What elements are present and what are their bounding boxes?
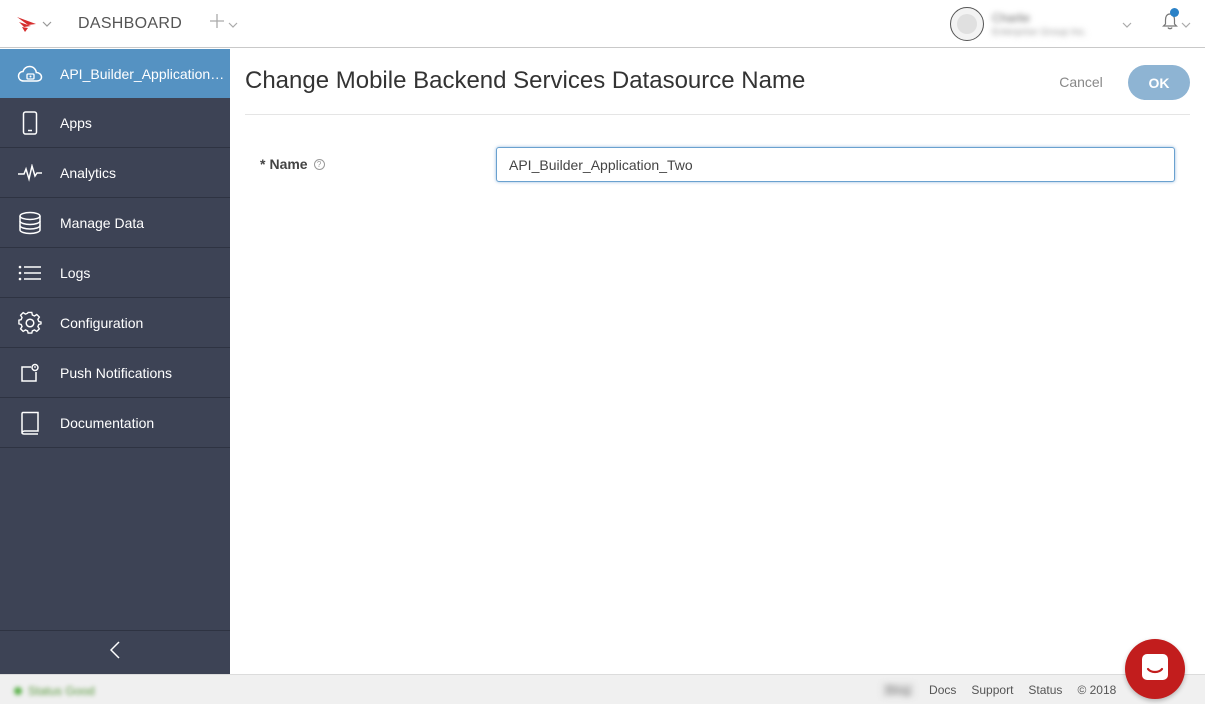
list-icon	[0, 264, 60, 282]
status-indicator[interactable]: Status Good	[14, 684, 95, 698]
footer-link-blurred[interactable]: Blog	[882, 683, 915, 697]
sidebar-item-label: Push Notifications	[60, 364, 173, 381]
chevron-down-icon	[228, 15, 238, 33]
notification-dot	[1170, 8, 1179, 17]
sidebar-item-configuration[interactable]: Configuration	[0, 298, 230, 348]
chat-icon	[1140, 652, 1170, 687]
cancel-button[interactable]: Cancel	[1045, 65, 1117, 99]
chevron-down-icon	[42, 21, 52, 27]
footer-link-docs[interactable]: Docs	[929, 683, 956, 697]
sidebar-item-manage-data[interactable]: Manage Data	[0, 198, 230, 248]
collapse-sidebar-button[interactable]	[0, 630, 230, 674]
sidebar-item-label: Manage Data	[60, 214, 145, 231]
sidebar-item-label: Analytics	[60, 164, 117, 181]
sidebar-item-push-notifications[interactable]: Push Notifications	[0, 348, 230, 398]
mobile-icon	[0, 110, 60, 135]
avatar[interactable]	[950, 7, 984, 41]
sidebar-item-analytics[interactable]: Analytics	[0, 148, 230, 198]
user-menu[interactable]: Charlie Enterprise Group Inc.	[992, 11, 1122, 38]
sidebar: API_Builder_Application_Two Apps Analyti…	[0, 49, 230, 674]
sidebar-item-app[interactable]: API_Builder_Application_Two	[0, 49, 230, 98]
user-name: Charlie	[992, 10, 1031, 25]
sidebar-item-logs[interactable]: Logs	[0, 248, 230, 298]
sidebar-item-label: Documentation	[60, 414, 155, 431]
ok-button[interactable]: OK	[1128, 65, 1190, 100]
chat-button[interactable]	[1125, 639, 1185, 699]
user-org: Enterprise Group Inc.	[992, 26, 1088, 38]
book-icon	[0, 411, 60, 435]
divider	[245, 114, 1190, 115]
gear-icon	[0, 311, 60, 335]
cloud-icon	[0, 65, 60, 83]
required-marker: *	[260, 156, 266, 172]
page-title: Change Mobile Backend Services Datasourc…	[245, 67, 806, 94]
sidebar-item-documentation[interactable]: Documentation	[0, 398, 230, 448]
main-content: Change Mobile Backend Services Datasourc…	[230, 49, 1205, 674]
footer-link-support[interactable]: Support	[971, 683, 1013, 697]
app-switcher[interactable]	[16, 15, 52, 33]
chevron-left-icon	[109, 641, 120, 664]
add-menu-button[interactable]	[210, 14, 238, 33]
chevron-down-icon	[1181, 15, 1191, 33]
copyright: © 2018	[1077, 683, 1117, 697]
logo-icon	[16, 15, 38, 33]
sidebar-item-label: Configuration	[60, 314, 144, 331]
help-icon[interactable]: ?	[313, 158, 325, 170]
sidebar-item-label: API_Builder_Application_Two	[60, 65, 225, 82]
sidebar-item-label: Apps	[60, 114, 92, 131]
pulse-icon	[0, 163, 60, 182]
status-text: Status Good	[28, 684, 95, 698]
footer: Status Good Blog Docs Support Status © 2…	[0, 674, 1205, 704]
sidebar-item-apps[interactable]: Apps	[0, 98, 230, 148]
top-bar: DASHBOARD Charlie Enterprise Group Inc.	[0, 0, 1205, 48]
name-field-label: * Name ?	[260, 156, 325, 172]
footer-link-status[interactable]: Status	[1028, 683, 1062, 697]
plus-icon	[210, 14, 225, 33]
status-dot	[14, 687, 22, 695]
database-icon	[0, 211, 60, 235]
name-input[interactable]	[496, 147, 1175, 182]
sidebar-item-label: Logs	[60, 264, 91, 281]
chevron-down-icon[interactable]	[1122, 15, 1132, 33]
notification-icon	[0, 363, 60, 383]
name-label-text: Name	[269, 156, 308, 172]
dashboard-title[interactable]: DASHBOARD	[78, 15, 182, 33]
notifications-button[interactable]	[1162, 8, 1191, 35]
